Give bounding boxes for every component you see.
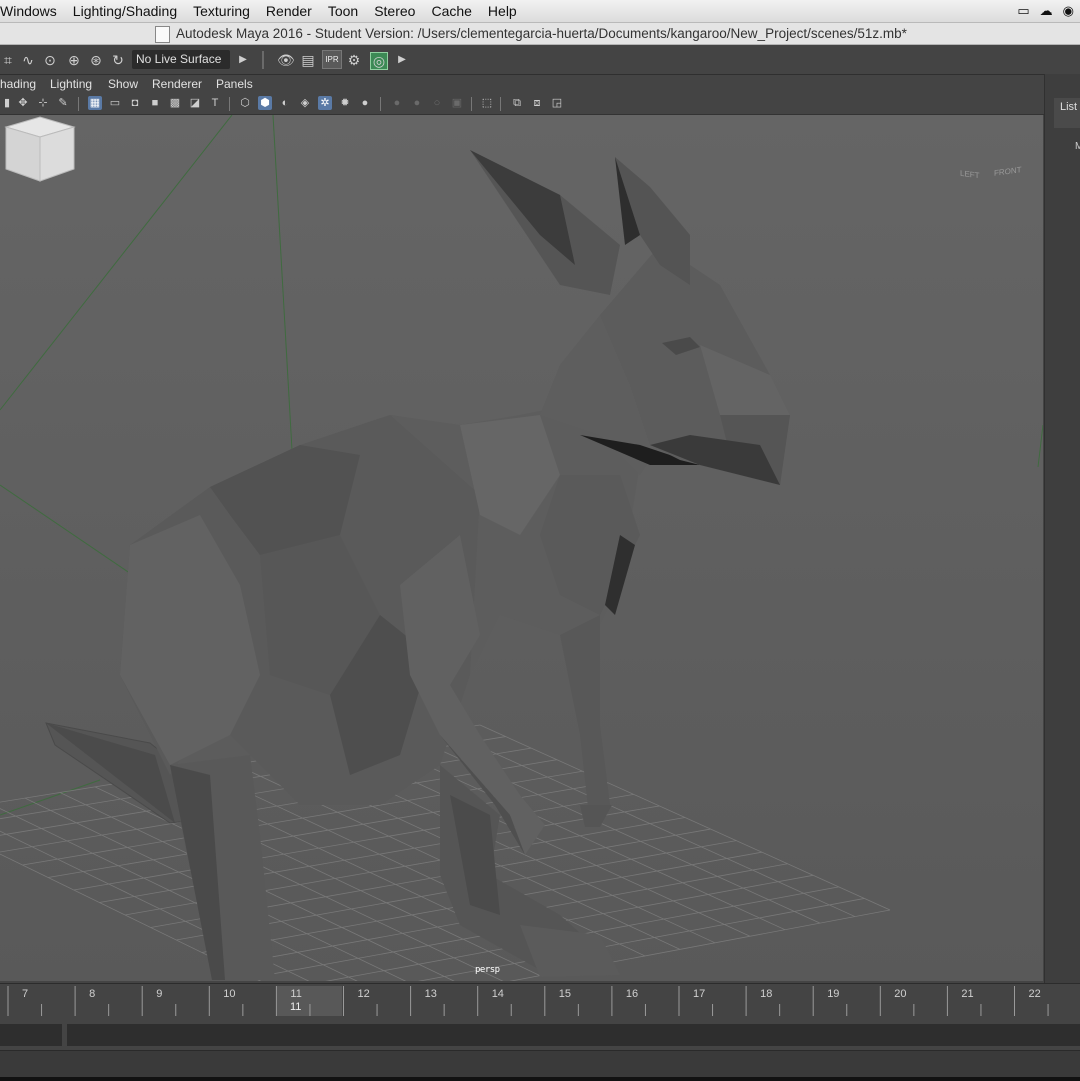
timeline-tick-label: 19	[827, 988, 839, 1000]
range-slider	[0, 1020, 1080, 1050]
expand-arrow-icon[interactable]: ▶	[394, 52, 410, 68]
camera-label: persp	[475, 965, 500, 975]
window-titlebar: Autodesk Maya 2016 - Student Version: /U…	[0, 23, 1080, 45]
timeline-tick-label: 21	[961, 988, 973, 1000]
smooth-shade-icon[interactable]: ⬢	[258, 96, 272, 110]
xray-icon[interactable]: ✲	[318, 96, 332, 110]
snap-view-icon[interactable]: ⊕	[66, 52, 82, 68]
grid-icon[interactable]: ▦	[88, 96, 102, 110]
camera-line	[272, 115, 293, 451]
safe-action-icon[interactable]: ◪	[188, 96, 202, 110]
ambient-occlusion-icon: ●	[393, 97, 401, 109]
timeline-ticks: 7 8 9 10 11 12 13 14 15 16 17 18 19 20 21 22	[7, 986, 1049, 1016]
live-surface-field[interactable]: No Live Surface	[132, 50, 230, 69]
side-panel: List M	[1044, 74, 1080, 984]
menu-texturing[interactable]: Texturing	[185, 3, 258, 19]
wireframe-icon[interactable]: ⬡	[238, 96, 252, 110]
render-settings-icon[interactable]: ⚙	[346, 52, 362, 68]
panel-toolbar: ▮ ✥ ⊹ ✎ ▦ ▭ ◘ ■ ▩ ◪ T ⬡ ⬢ ◐ ◈ ✲ ✹ ● ● ● …	[0, 93, 1044, 115]
timeline-tick-label: 8	[89, 988, 95, 1000]
gate-mask-icon[interactable]: ■	[148, 96, 162, 110]
time-slider[interactable]: 7 8 9 10 11 12 13 14 15 16 17 18 19 20 21 22 11	[0, 983, 1080, 1018]
menubar-tray: ▭ ☁ ◉	[1017, 0, 1080, 22]
image-plane-icon[interactable]: ⊹	[36, 96, 50, 110]
camera-attributes-icon[interactable]: ✥	[16, 96, 30, 110]
viewport-scene	[0, 115, 1043, 981]
snap-surface-icon[interactable]: ⊛	[88, 52, 104, 68]
render-view-icon[interactable]: 👁	[277, 52, 295, 68]
divider	[262, 51, 264, 69]
timeline-tick-label: 9	[156, 988, 162, 1000]
panel-menu-show[interactable]: Show	[108, 77, 138, 91]
film-gate-icon[interactable]: ▭	[108, 96, 122, 110]
range-bar-track[interactable]	[67, 1024, 1080, 1046]
start-time-field[interactable]	[0, 1024, 62, 1046]
viewcube[interactable]	[0, 115, 80, 185]
timeline-tick-label: 12	[358, 988, 370, 1000]
safe-title-icon[interactable]: T	[208, 96, 222, 110]
anti-alias-icon: ○	[433, 97, 441, 109]
side-panel-list-label[interactable]: List	[1060, 101, 1077, 113]
kangaroo-model	[45, 150, 790, 980]
timeline-tick-label: 14	[492, 988, 504, 1000]
timeline-tick-label: 11	[290, 988, 301, 1000]
timeline-tick-label: 13	[425, 988, 437, 1000]
side-panel-sub-label: M	[1075, 141, 1080, 152]
resolution-gate-icon[interactable]: ◘	[128, 96, 142, 110]
menu-render[interactable]: Render	[258, 3, 320, 19]
menu-lighting-shading[interactable]: Lighting/Shading	[65, 3, 185, 19]
depth-of-field-icon: ▣	[451, 97, 463, 109]
timeline-tick-label: 15	[559, 988, 571, 1000]
current-frame-label: 11	[290, 1001, 302, 1013]
render-frame-icon[interactable]: ▤	[300, 52, 316, 68]
exposure-icon[interactable]: ⧉	[510, 96, 524, 110]
timeline-tick-label: 10	[223, 988, 235, 1000]
timeline-tick-label: 18	[760, 988, 772, 1000]
snap-grid-icon[interactable]: ⌗	[0, 52, 16, 68]
perspective-viewport[interactable]: LEFT FRONT persp	[0, 115, 1043, 981]
record-icon[interactable]: ◉	[1063, 3, 1074, 19]
bookmark-icon[interactable]: ▮	[0, 96, 14, 110]
timeline-tick-label: 7	[22, 988, 28, 1000]
isolate-select-icon[interactable]: ⬚	[480, 96, 494, 110]
lights-icon[interactable]: ✹	[338, 96, 352, 110]
timeline-tick-label: 16	[626, 988, 638, 1000]
panel-menu: hading Lighting Show Renderer Panels	[0, 75, 1044, 93]
menu-stereo[interactable]: Stereo	[366, 3, 423, 19]
ipr-render-button[interactable]: IPR	[322, 50, 342, 69]
motion-blur-icon: ●	[413, 97, 421, 109]
display-icon[interactable]: ▭	[1017, 3, 1029, 19]
wireframe-on-shaded-icon[interactable]: ◐	[278, 96, 292, 110]
timeline-tick-label: 17	[693, 988, 705, 1000]
shadows-icon[interactable]: ●	[358, 96, 372, 110]
document-icon	[155, 26, 170, 43]
snap-curve-icon[interactable]: ∿	[20, 52, 36, 68]
window-title: Autodesk Maya 2016 - Student Version: /U…	[176, 26, 907, 41]
textured-icon[interactable]: ◈	[298, 96, 312, 110]
menu-help[interactable]: Help	[480, 3, 525, 19]
panel-menu-panels[interactable]: Panels	[216, 77, 253, 91]
timeline-tick-label: 20	[894, 988, 906, 1000]
panel-menu-lighting[interactable]: Lighting	[50, 77, 92, 91]
two-d-pan-icon[interactable]: ✎	[56, 96, 70, 110]
hypershade-icon[interactable]: ◎	[370, 52, 388, 70]
status-line: ⌗ ∿ ⊙ ⊕ ⊛ ↻ No Live Surface ▶ 👁 ▤ IPR ⚙ …	[0, 45, 1080, 75]
field-chart-icon[interactable]: ▩	[168, 96, 182, 110]
collapse-arrow-icon[interactable]: ▶	[235, 52, 251, 68]
gamma-icon[interactable]: ⧈	[530, 96, 544, 110]
panel-menu-shading[interactable]: hading	[0, 77, 36, 91]
bottom-strip	[0, 1050, 1080, 1081]
panel-menu-renderer[interactable]: Renderer	[152, 77, 202, 91]
timeline-tick-label: 22	[1029, 988, 1041, 1000]
color-management-icon[interactable]: ◲	[550, 96, 564, 110]
menu-cache[interactable]: Cache	[423, 3, 479, 19]
menu-windows[interactable]: Windows	[0, 3, 65, 19]
snap-point-icon[interactable]: ⊙	[42, 52, 58, 68]
camera-line	[1037, 424, 1043, 468]
make-live-icon[interactable]: ↻	[110, 52, 126, 68]
menu-toon[interactable]: Toon	[320, 3, 366, 19]
creative-cloud-icon[interactable]: ☁	[1040, 3, 1053, 19]
camera-line	[0, 484, 141, 581]
app-menubar: Windows Lighting/Shading Texturing Rende…	[0, 0, 1080, 23]
